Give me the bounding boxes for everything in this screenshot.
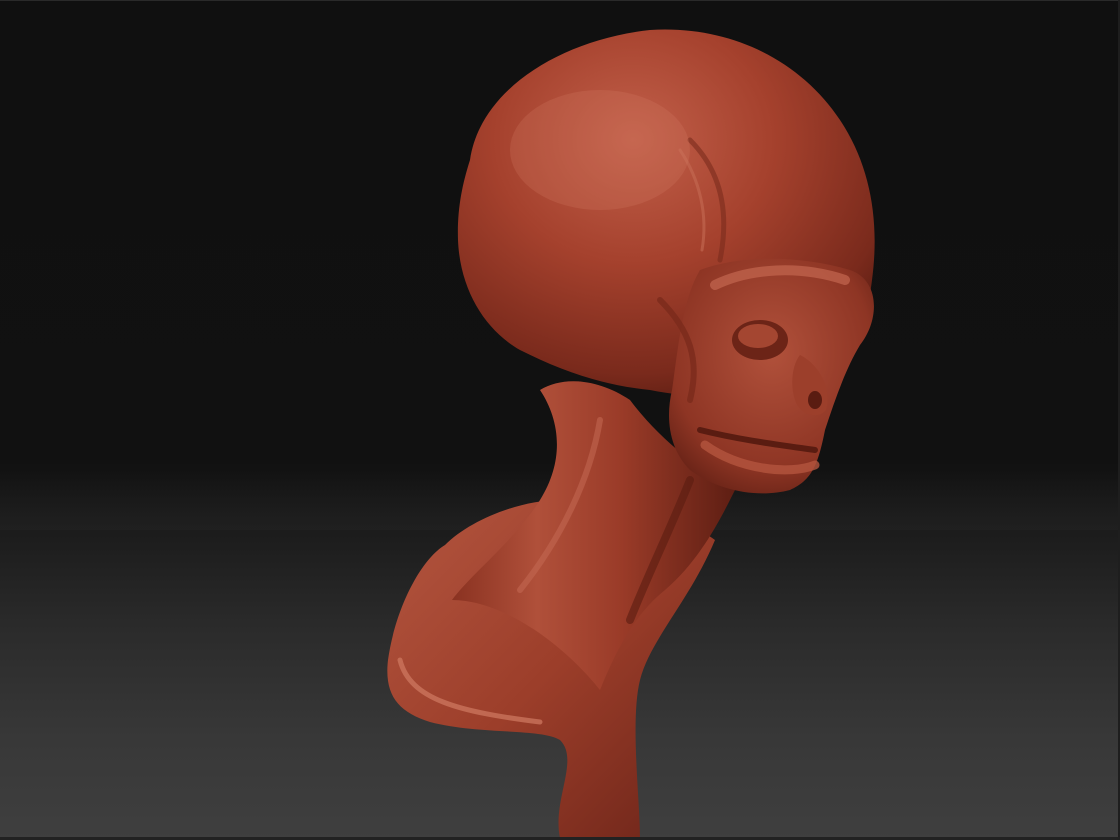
sculpted-bust-model[interactable] (0, 0, 1120, 840)
cranium-highlight (510, 90, 690, 210)
face (669, 258, 874, 494)
nostril (808, 391, 822, 409)
eyelid (738, 324, 778, 348)
viewport-top-border (0, 0, 1120, 1)
canvas-viewport[interactable] (0, 0, 1120, 840)
